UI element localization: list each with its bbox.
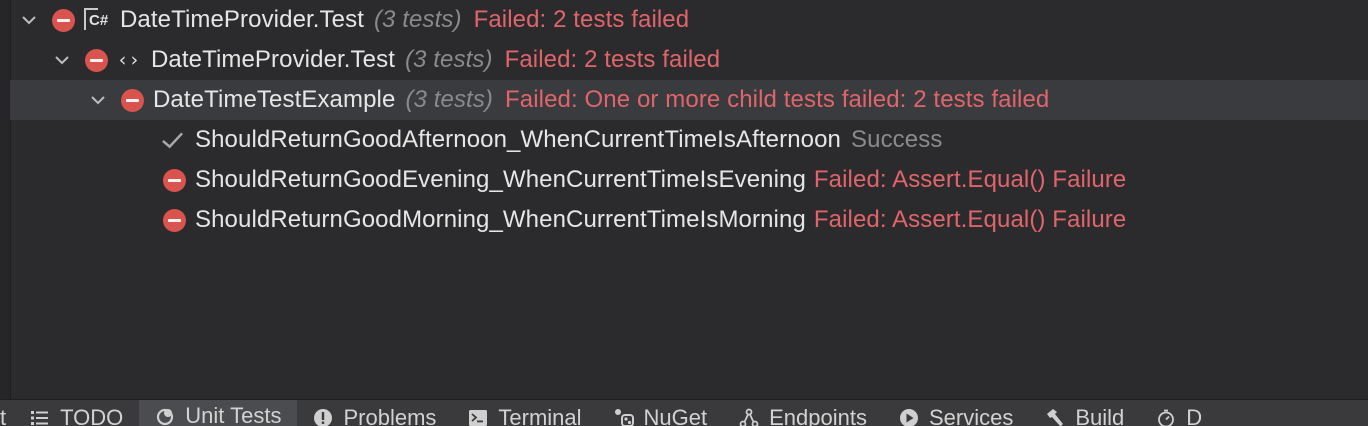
failed-status-icon — [85, 48, 108, 72]
tree-row-class[interactable]: DateTimeTestExample (3 tests) Failed: On… — [10, 80, 1368, 120]
test-count: (3 tests) — [373, 6, 462, 33]
failed-status-icon — [121, 88, 144, 112]
tool-tab-endpoints[interactable]: Endpoints — [723, 405, 883, 426]
tool-tab-todo[interactable]: TODO — [14, 405, 139, 426]
test-count: (3 tests) — [405, 86, 494, 113]
tool-tab-unit-tests[interactable]: Unit Tests — [139, 400, 298, 426]
tree-row-name: ShouldReturnGoodMorning_WhenCurrentTimeI… — [195, 206, 806, 233]
failed-status-icon — [163, 168, 186, 192]
chevron-down-icon[interactable] — [87, 89, 109, 111]
tool-tab-label: Build — [1075, 405, 1125, 426]
tool-tab-label: Terminal — [498, 405, 582, 426]
failed-status-icon — [163, 208, 186, 232]
tool-tab-services[interactable]: Services — [883, 405, 1029, 426]
tool-tab-terminal[interactable]: Terminal — [452, 405, 597, 426]
list-icon — [30, 408, 50, 426]
status-text: Failed: 2 tests failed — [504, 46, 721, 73]
tool-tab-label: Unit Tests — [185, 402, 282, 426]
problems-icon — [313, 408, 333, 426]
tree-row-name: ShouldReturnGoodAfternoon_WhenCurrentTim… — [195, 126, 842, 153]
failed-status-icon — [52, 8, 75, 32]
unit-tests-icon — [155, 406, 175, 426]
tool-tab-truncated-right[interactable]: D — [1140, 405, 1218, 426]
tree-row-name: DateTimeTestExample — [153, 86, 396, 113]
endpoints-icon — [739, 408, 759, 426]
tool-tab-label: Endpoints — [769, 405, 867, 426]
tool-tab-label: NuGet — [643, 405, 708, 426]
unit-test-tree: C# DateTimeProvider.Test (3 tests) Faile… — [10, 0, 1368, 400]
status-text: Failed: One or more child tests failed: … — [505, 86, 1050, 113]
tool-window-bar: t TODO Unit Tests Problems Terminal NuGe… — [0, 399, 1368, 426]
checkmark-icon — [161, 129, 184, 152]
status-text: Failed: Assert.Equal() Failure — [813, 206, 1127, 233]
status-text: Success — [851, 126, 943, 153]
tree-row-test[interactable]: ShouldReturnGoodMorning_WhenCurrentTimeI… — [10, 200, 1368, 240]
status-text: Failed: Assert.Equal() Failure — [813, 166, 1127, 193]
status-text: Failed: 2 tests failed — [473, 6, 690, 33]
tree-row-namespace[interactable]: ‹› DateTimeProvider.Test (3 tests) Faile… — [10, 40, 1368, 80]
stopwatch-icon — [1156, 408, 1176, 426]
tree-row-name: DateTimeProvider.Test — [151, 46, 395, 73]
tool-tab-label: Problems — [343, 405, 437, 426]
tool-tab-label: D — [1186, 405, 1203, 426]
services-icon — [899, 408, 919, 426]
tree-row-test[interactable]: ShouldReturnGoodAfternoon_WhenCurrentTim… — [10, 120, 1368, 160]
tool-tab-nuget[interactable]: NuGet — [598, 405, 724, 426]
terminal-icon — [468, 408, 488, 426]
tree-row-name: ShouldReturnGoodEvening_WhenCurrentTimeI… — [195, 166, 806, 193]
tool-tab-problems[interactable]: Problems — [297, 405, 452, 426]
hammer-icon — [1045, 408, 1065, 426]
chevron-down-icon[interactable] — [51, 49, 73, 71]
tool-tab-truncated[interactable]: t — [0, 405, 14, 426]
tree-row-project[interactable]: C# DateTimeProvider.Test (3 tests) Faile… — [10, 0, 1368, 40]
tree-row-test[interactable]: ShouldReturnGoodEvening_WhenCurrentTimeI… — [10, 160, 1368, 200]
namespace-icon: ‹› — [117, 49, 141, 71]
tool-tab-label: TODO — [60, 405, 124, 426]
tool-tab-label: Services — [928, 405, 1014, 426]
chevron-down-icon[interactable] — [18, 9, 40, 31]
tree-row-name: DateTimeProvider.Test — [120, 6, 364, 33]
nuget-icon — [614, 408, 634, 426]
test-count: (3 tests) — [404, 46, 493, 73]
tool-tab-build[interactable]: Build — [1029, 405, 1140, 426]
csharp-project-icon: C# — [84, 8, 112, 32]
